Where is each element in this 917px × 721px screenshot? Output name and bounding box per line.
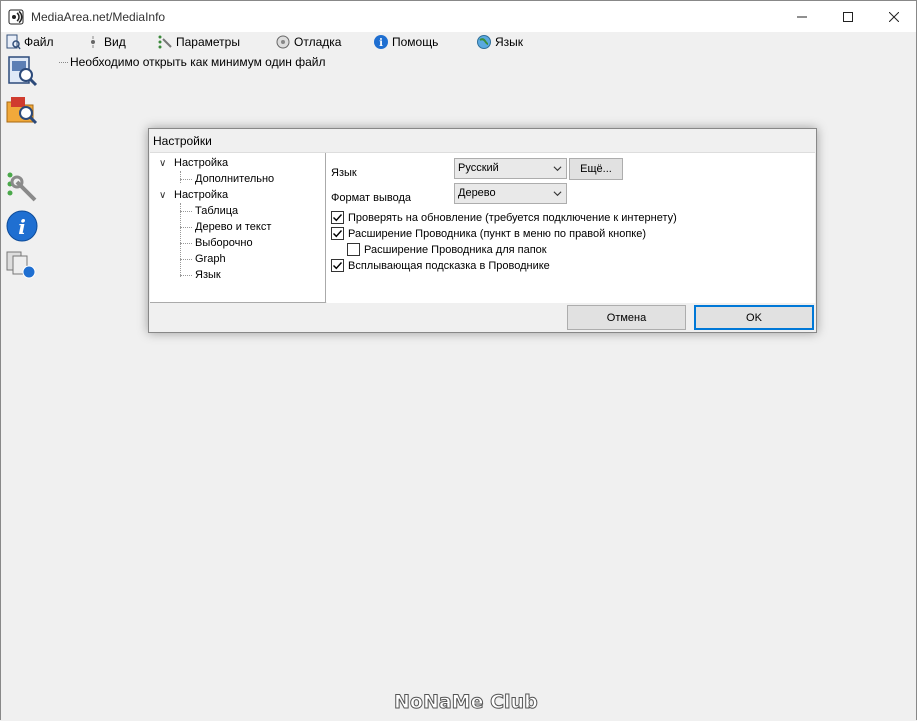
menu-view-label: Вид [104,35,126,49]
menu-help[interactable]: i Помощь [373,34,438,50]
open-file-icon [8,56,38,87]
ok-button[interactable]: OK [694,305,814,330]
explorer-extension-label: Расширение Проводника (пункт в меню по п… [348,227,647,240]
menu-options[interactable]: Параметры [157,34,240,50]
language-select[interactable]: Русский [454,158,567,179]
output-format-select[interactable]: Дерево [454,183,567,204]
tree-line [180,275,192,276]
close-button[interactable] [871,1,917,32]
toolbar-open-file-button[interactable] [5,54,39,88]
preferences-icon [7,172,37,202]
menu-options-label: Параметры [176,35,240,49]
export-icon [6,251,36,279]
language-menu-icon [477,35,491,49]
dialog-body: ∨ Настройка Дополнительно ∨ Настройка Та… [150,152,815,303]
language-label: Язык [331,167,357,179]
options-menu-icon [158,35,172,49]
no-file-hint: Необходимо открыть как минимум один файл [59,55,325,69]
explorer-tooltip-label: Всплывающая подсказка в Проводнике [348,259,550,272]
checkmark-icon [333,230,343,238]
settings-panel: Язык Русский Ещё... Формат вывода Дерево… [327,153,815,303]
tree-line [180,171,181,183]
tree-connector [59,62,68,64]
svg-text:i: i [379,38,383,49]
menu-help-label: Помощь [392,35,439,49]
tree-line [180,203,181,277]
menu-debug-label: Отладка [294,35,342,49]
explorer-extension-option[interactable]: Расширение Проводника (пункт в меню по п… [331,227,646,240]
mediainfo-logo-icon [8,9,24,25]
settings-tree: ∨ Настройка Дополнительно ∨ Настройка Та… [150,153,326,303]
explorer-folders-option[interactable]: Расширение Проводника для папок [347,243,547,256]
tree-node-setup-2[interactable]: Настройка [174,189,228,201]
checkmark-icon [333,214,343,222]
window-title: MediaArea.net/MediaInfo [31,10,166,24]
no-file-hint-text: Необходимо открыть как минимум один файл [70,55,326,69]
menu-language-label: Язык [495,35,524,49]
tree-node-setup[interactable]: Настройка [174,157,228,169]
menu-debug[interactable]: Отладка [275,34,341,50]
check-updates-label: Проверять на обновление (требуется подкл… [348,211,677,224]
help-menu-icon: i [374,35,388,49]
expand-arrow-icon[interactable]: ∨ [159,158,166,169]
output-format-select-value: Дерево [458,187,496,199]
cancel-button[interactable]: Отмена [567,305,686,330]
tree-line [180,179,192,180]
output-format-label: Формат вывода [331,192,412,204]
watermark-text: NoNaMe Club [394,691,539,714]
open-folder-icon [6,97,38,125]
title-bar[interactable]: MediaArea.net/MediaInfo [1,1,916,32]
maximize-button[interactable] [825,1,871,32]
left-toolbar: i [1,52,45,721]
menu-file-label: Файл [24,35,54,49]
menu-language[interactable]: Язык [476,34,523,50]
file-menu-icon [6,34,21,50]
menu-bar: Файл Вид Параметры Отладка i Помощь Язык [1,32,916,52]
settings-dialog: Настройки ∨ Настройка Дополнительно ∨ На… [148,128,817,333]
tree-node-graph[interactable]: Graph [195,253,226,265]
explorer-extension-checkbox[interactable] [331,227,344,240]
about-icon: i [6,210,38,242]
toolbar-open-folder-button[interactable] [5,93,39,127]
checkmark-icon [333,262,343,270]
explorer-tooltip-option[interactable]: Всплывающая подсказка в Проводнике [331,259,550,272]
check-updates-option[interactable]: Проверять на обновление (требуется подкл… [331,211,677,224]
debug-menu-icon [276,35,290,49]
tree-node-table[interactable]: Таблица [195,205,238,217]
more-languages-button[interactable]: Ещё... [569,158,623,180]
explorer-tooltip-checkbox[interactable] [331,259,344,272]
menu-view[interactable]: Вид [85,34,126,50]
tree-line [180,243,192,244]
maximize-icon [843,11,853,22]
tree-line [180,259,192,260]
view-menu-icon [91,36,95,48]
minimize-button[interactable] [779,1,825,32]
check-updates-checkbox[interactable] [331,211,344,224]
toolbar-about-button[interactable]: i [5,209,39,243]
explorer-folders-checkbox[interactable] [347,243,360,256]
close-icon [889,11,899,22]
tree-node-custom[interactable]: Выборочно [195,237,253,249]
explorer-folders-label: Расширение Проводника для папок [364,243,547,256]
tree-line [180,211,192,212]
tree-node-tree-text[interactable]: Дерево и текст [195,221,271,233]
tree-node-language[interactable]: Язык [195,269,221,281]
language-select-value: Русский [458,162,499,174]
tree-node-advanced[interactable]: Дополнительно [195,173,274,185]
chevron-down-icon [553,191,562,197]
menu-file[interactable]: Файл [5,34,54,50]
expand-arrow-icon[interactable]: ∨ [159,190,166,201]
tree-line [180,227,192,228]
toolbar-preferences-button[interactable] [5,170,39,204]
toolbar-export-button[interactable] [5,248,39,282]
chevron-down-icon [553,166,562,172]
svg-text:i: i [18,215,26,239]
minimize-icon [797,16,807,17]
mediainfo-window: MediaArea.net/MediaInfo Файл Вид Парамет… [0,0,917,721]
dialog-title: Настройки [153,134,212,148]
